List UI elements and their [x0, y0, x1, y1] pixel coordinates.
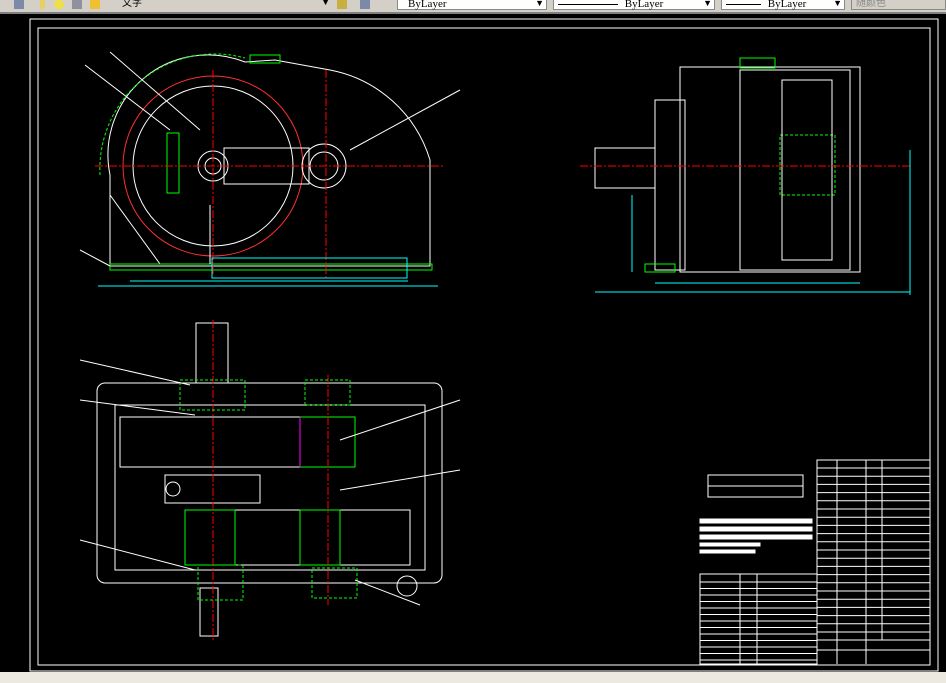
color-square-icon[interactable]	[90, 0, 100, 9]
layer-previous-icon[interactable]	[360, 0, 370, 9]
dropdown-arrow-icon: ▼	[535, 0, 544, 8]
title-block	[699, 459, 931, 666]
layer-manager-icon[interactable]	[14, 0, 24, 9]
properties-toolbar: 文字 ▼ ByLayer ▼ ByLayer ▼ ByLayer ▼ 随颜色	[0, 0, 946, 14]
color-value: ByLayer	[408, 0, 447, 10]
outer-border	[29, 18, 939, 672]
layer-dropdown[interactable]: 文字 ▼	[104, 0, 332, 10]
dropdown-arrow-icon: ▼	[833, 0, 842, 8]
inner-border	[37, 27, 931, 666]
front-view	[79, 51, 461, 287]
make-current-layer-icon[interactable]	[337, 0, 347, 9]
sun-icon[interactable]	[54, 0, 64, 9]
top-view	[79, 320, 461, 640]
lineweight-value: ByLayer	[767, 0, 807, 10]
dropdown-arrow-icon: ▼	[703, 0, 712, 8]
linetype-sample	[558, 3, 618, 5]
status-bar	[0, 672, 946, 683]
drawing-canvas[interactable]	[0, 14, 946, 672]
linetype-dropdown[interactable]: ByLayer ▼	[553, 0, 715, 10]
plotstyle-dropdown[interactable]: 随颜色	[851, 0, 946, 10]
dropdown-arrow-icon: ▼	[321, 0, 330, 7]
lineweight-sample	[726, 3, 761, 5]
layer-name: 文字	[122, 0, 142, 9]
color-dropdown[interactable]: ByLayer ▼	[397, 0, 547, 10]
lineweight-dropdown[interactable]: ByLayer ▼	[721, 0, 845, 10]
linetype-value: ByLayer	[624, 0, 664, 10]
side-view	[580, 57, 911, 295]
bulb-icon[interactable]	[40, 0, 45, 9]
lock-icon[interactable]	[72, 0, 82, 9]
plotstyle-value: 随颜色	[856, 0, 886, 9]
